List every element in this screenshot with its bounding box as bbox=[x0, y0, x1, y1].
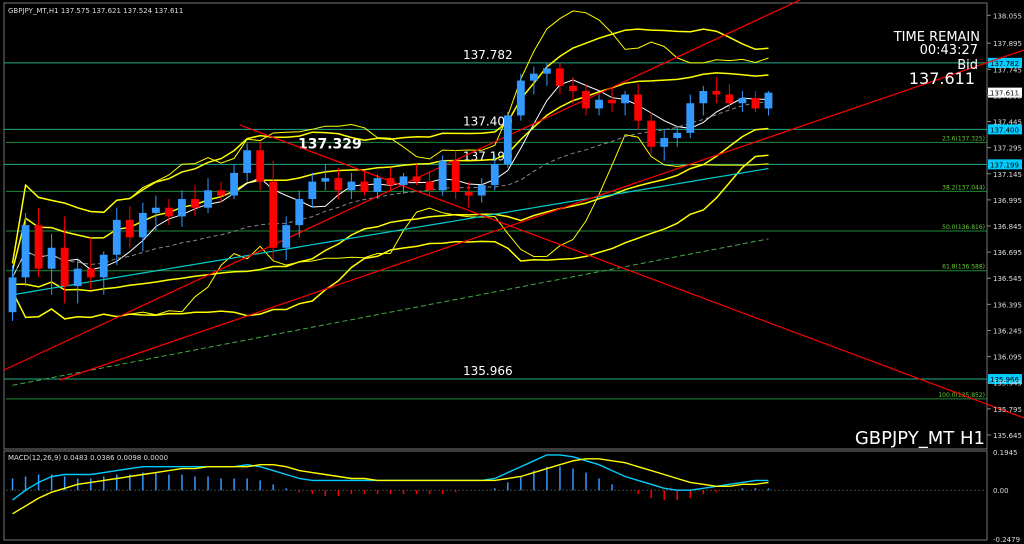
bid-value: 137.611 bbox=[909, 69, 975, 88]
candle-body bbox=[243, 150, 252, 173]
candle-body bbox=[256, 150, 265, 182]
candle-body bbox=[738, 98, 747, 104]
axis-tick-label: 136.845 bbox=[993, 223, 1022, 231]
candle-body bbox=[647, 120, 656, 147]
axis-tick-label: 137.145 bbox=[993, 171, 1022, 179]
candle-body bbox=[634, 94, 643, 121]
candle-body bbox=[8, 277, 17, 313]
fib-label: 50.0(136.816) bbox=[942, 224, 985, 231]
axis-tick-label: 135.945 bbox=[993, 380, 1022, 388]
trading-chart[interactable]: 137.782137.782137.400137.400137.199137.1… bbox=[0, 0, 1024, 544]
candle-body bbox=[191, 199, 199, 208]
candle-body bbox=[34, 225, 43, 269]
chart-background bbox=[0, 0, 1024, 544]
candle-body bbox=[73, 268, 82, 287]
candle-body bbox=[386, 178, 395, 186]
candle bbox=[516, 73, 525, 121]
axis-tick-label: 136.095 bbox=[993, 354, 1022, 362]
candle-body bbox=[86, 268, 95, 278]
candle-body bbox=[438, 160, 447, 191]
candle-body bbox=[764, 92, 773, 109]
candle-body bbox=[425, 181, 434, 191]
axis-tick-label: 137.295 bbox=[993, 145, 1022, 153]
candle-body bbox=[295, 199, 304, 226]
axis-tick-label: 135.795 bbox=[993, 406, 1022, 414]
candle-body bbox=[621, 94, 630, 104]
candle-body bbox=[516, 80, 525, 116]
candle-body bbox=[399, 176, 408, 186]
candle-body bbox=[112, 219, 121, 255]
axis-price-tag: 137.199 bbox=[988, 159, 1022, 170]
candle-body bbox=[334, 178, 343, 191]
axis-tick-label: 136.545 bbox=[993, 275, 1022, 283]
axis-tick-label: 136.995 bbox=[993, 197, 1022, 205]
candle-body bbox=[230, 172, 239, 196]
time-remain-value: 00:43:27 bbox=[920, 43, 978, 58]
candle-body bbox=[477, 185, 486, 196]
candle-body bbox=[165, 207, 173, 217]
candle-body bbox=[660, 138, 669, 147]
fib-label: 23.6(137.325) bbox=[942, 135, 985, 142]
candle-body bbox=[595, 99, 603, 109]
fib-label: 61.8(136.588) bbox=[942, 264, 985, 271]
candle-body bbox=[556, 68, 564, 86]
candle-body bbox=[412, 176, 421, 182]
candle-body bbox=[569, 85, 577, 92]
candle-body bbox=[608, 99, 616, 104]
fib-label: 38.2(137.044) bbox=[942, 184, 985, 191]
axis-tick-label: 137.445 bbox=[993, 119, 1022, 127]
axis-tick-label: 136.395 bbox=[993, 301, 1022, 309]
candle-body bbox=[451, 160, 460, 193]
candle-body bbox=[282, 225, 291, 248]
candle-body bbox=[699, 91, 708, 104]
axis-price-tag-text: 137.199 bbox=[990, 161, 1019, 169]
candle-body bbox=[60, 247, 69, 287]
candle-body bbox=[673, 132, 682, 139]
candle-body bbox=[503, 115, 512, 165]
candle-body bbox=[686, 103, 695, 133]
macd-tick-label: 0.1945 bbox=[993, 449, 1018, 457]
candle-body bbox=[712, 91, 721, 95]
macd-label: MACD(12,26,9) 0.0483 0.0386 0.0098 0.000… bbox=[8, 454, 168, 462]
candle-body bbox=[138, 212, 147, 238]
candle-body bbox=[529, 73, 538, 81]
level-label: 135.966 bbox=[463, 364, 513, 378]
axis-tick-label: 138.055 bbox=[993, 12, 1022, 20]
candle-body bbox=[47, 247, 56, 269]
axis-tick-label: 137.745 bbox=[993, 66, 1022, 74]
candle-body bbox=[21, 225, 30, 278]
candle-body bbox=[99, 254, 108, 278]
candle-body bbox=[217, 190, 225, 196]
axis-tick-label: 137.595 bbox=[993, 92, 1022, 100]
candle-body bbox=[151, 207, 160, 213]
candle-body bbox=[321, 178, 330, 182]
axis-tick-label: 137.895 bbox=[993, 40, 1022, 48]
candle-body bbox=[178, 199, 186, 217]
macd-tick-label: 0.00 bbox=[993, 487, 1009, 495]
candle-body bbox=[269, 181, 278, 248]
level-label: 137.782 bbox=[463, 48, 513, 62]
candle bbox=[503, 111, 512, 168]
candle-body bbox=[347, 181, 356, 191]
candle-body bbox=[373, 178, 382, 193]
candle-body bbox=[725, 94, 734, 104]
symbol-info: GBPJPY_MT,H1 137.575 137.621 137.524 137… bbox=[8, 7, 183, 15]
candle-body bbox=[464, 192, 473, 196]
candle bbox=[438, 155, 447, 196]
macd-tick-label: -0.2479 bbox=[993, 536, 1020, 544]
symbol-watermark: GBPJPY_MT H1 bbox=[855, 428, 985, 449]
candle-body bbox=[308, 181, 317, 200]
axis-tick-label: 136.245 bbox=[993, 327, 1022, 335]
axis-price-tag-text: 137.400 bbox=[990, 126, 1019, 134]
candle-body bbox=[751, 98, 760, 109]
candle-body bbox=[490, 164, 499, 186]
axis-tick-label: 135.645 bbox=[993, 432, 1022, 440]
candle-body bbox=[542, 68, 551, 74]
candle-body bbox=[204, 190, 212, 208]
axis-tick-label: 136.695 bbox=[993, 249, 1022, 257]
fib-label: 100.0(135.852) bbox=[938, 392, 985, 399]
candle-body bbox=[125, 219, 134, 238]
candle-body bbox=[582, 91, 590, 109]
candle-body bbox=[360, 181, 369, 193]
